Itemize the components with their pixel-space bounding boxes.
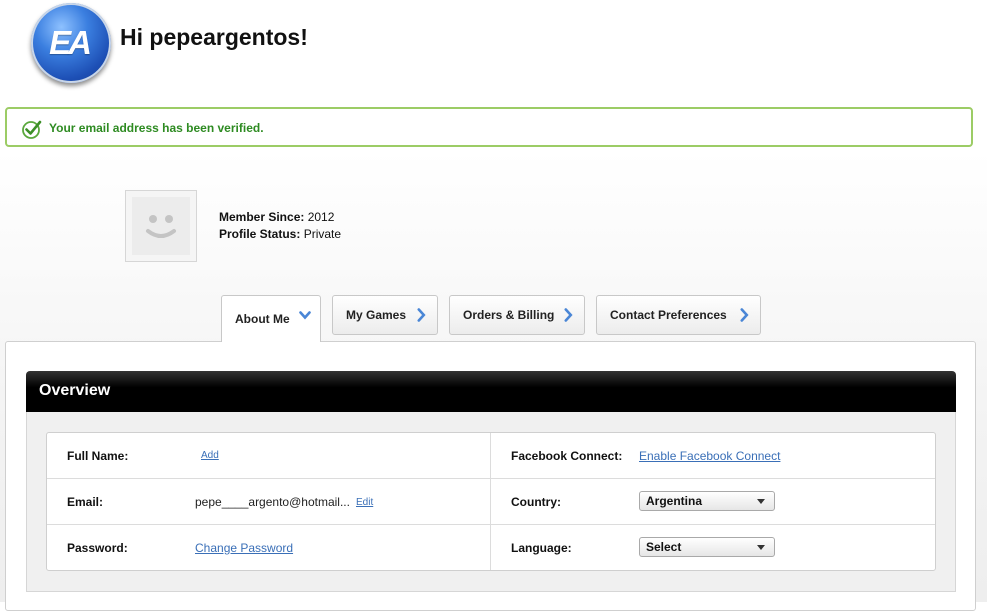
email-value: pepe____argento@hotmail... bbox=[195, 495, 350, 509]
dropdown-arrow-icon bbox=[757, 499, 765, 504]
country-selected-value: Argentina bbox=[646, 494, 703, 508]
password-label: Password: bbox=[67, 541, 128, 555]
check-circle-icon bbox=[22, 120, 42, 139]
tab-label: About Me bbox=[235, 312, 290, 326]
email-edit-link[interactable]: Edit bbox=[356, 497, 373, 508]
overview-title: Overview bbox=[39, 382, 111, 399]
tab-orders-billing[interactable]: Orders & Billing bbox=[449, 295, 585, 335]
smiley-placeholder-icon bbox=[132, 197, 190, 255]
tab-about-me[interactable]: About Me bbox=[221, 295, 321, 342]
profile-status-label: Profile Status: bbox=[219, 227, 301, 241]
tab-my-games[interactable]: My Games bbox=[332, 295, 438, 335]
verification-banner: Your email address has been verified. bbox=[5, 107, 973, 147]
logo-text: EA bbox=[49, 24, 92, 61]
country-select[interactable]: Argentina bbox=[639, 491, 775, 511]
chevron-right-icon bbox=[740, 308, 749, 322]
greeting-title: Hi pepeargentos! bbox=[120, 24, 308, 50]
enable-facebook-connect-link[interactable]: Enable Facebook Connect bbox=[639, 449, 780, 463]
language-label: Language: bbox=[511, 541, 572, 555]
ea-logo[interactable]: EA bbox=[31, 3, 111, 83]
profile-status: Profile Status: Private bbox=[219, 227, 341, 241]
facebook-connect-label: Facebook Connect: bbox=[511, 449, 623, 463]
row-divider bbox=[47, 478, 935, 479]
chevron-right-icon bbox=[417, 308, 426, 322]
tab-label: My Games bbox=[346, 308, 407, 322]
member-since-label: Member Since: bbox=[219, 210, 305, 224]
full-name-label: Full Name: bbox=[67, 449, 129, 463]
chevron-down-icon bbox=[299, 311, 311, 320]
language-select[interactable]: Select bbox=[639, 537, 775, 557]
tab-contact-preferences[interactable]: Contact Preferences bbox=[596, 295, 761, 335]
full-name-add-link[interactable]: Add bbox=[201, 450, 219, 461]
banner-message: Your email address has been verified. bbox=[49, 121, 264, 135]
overview-header: Overview bbox=[26, 371, 956, 412]
avatar[interactable] bbox=[125, 190, 197, 262]
change-password-link[interactable]: Change Password bbox=[195, 541, 293, 555]
tab-label: Orders & Billing bbox=[463, 308, 555, 322]
account-info-grid: Full Name: Add Email: pepe____argento@ho… bbox=[46, 432, 936, 571]
member-since: Member Since: 2012 bbox=[219, 210, 334, 224]
dropdown-arrow-icon bbox=[757, 545, 765, 550]
chevron-right-icon bbox=[564, 308, 573, 322]
tab-label: Contact Preferences bbox=[610, 308, 727, 322]
column-divider bbox=[490, 433, 491, 570]
language-selected-value: Select bbox=[646, 540, 682, 554]
email-label: Email: bbox=[67, 495, 104, 509]
row-divider bbox=[47, 524, 935, 525]
member-since-value: 2012 bbox=[307, 210, 335, 224]
country-label: Country: bbox=[511, 495, 561, 509]
profile-status-value: Private bbox=[303, 227, 342, 241]
